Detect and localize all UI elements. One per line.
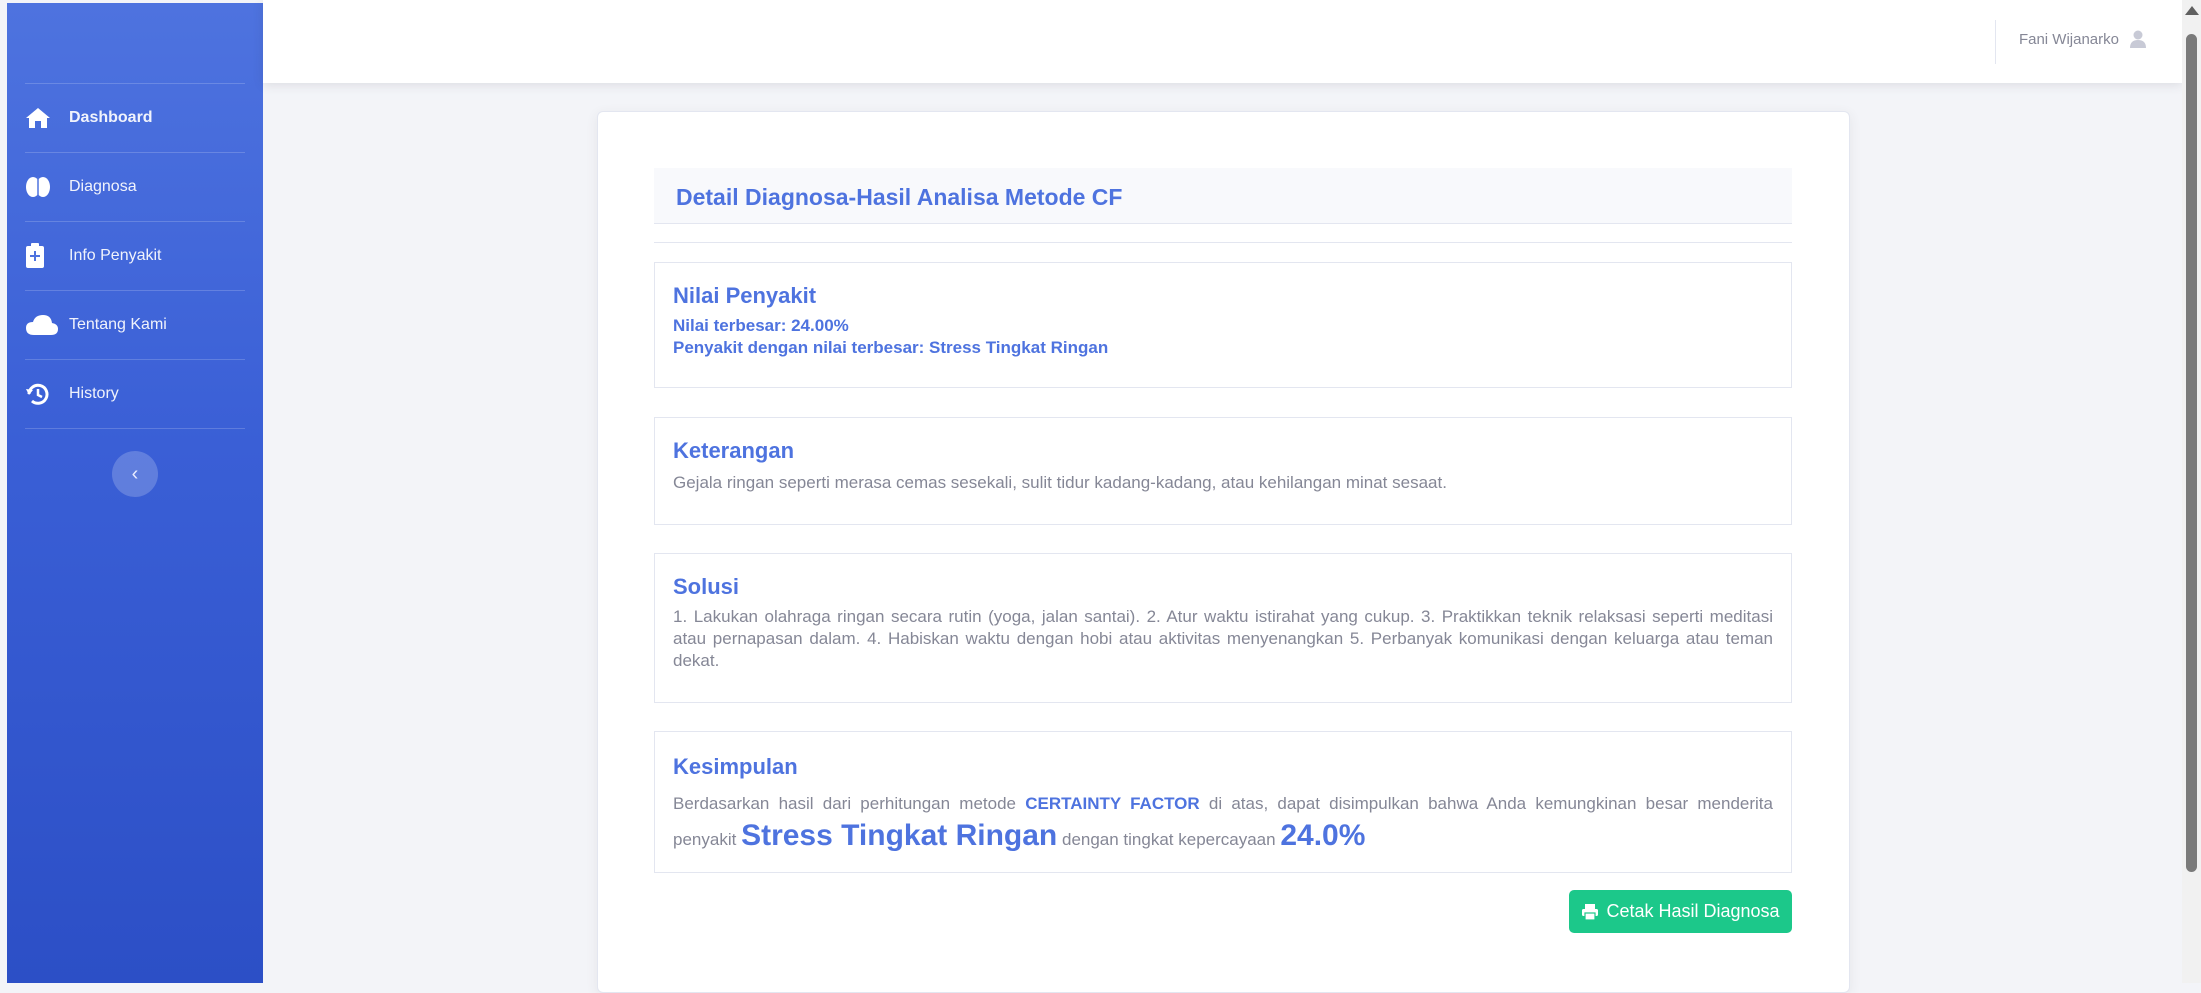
brain-icon (25, 173, 59, 201)
kesimpulan-section: Kesimpulan Berdasarkan hasil dari perhit… (654, 731, 1792, 873)
highest-disease: Penyakit dengan nilai terbesar: Stress T… (673, 338, 1109, 357)
keterangan-section: Keterangan Gejala ringan seperti merasa … (654, 417, 1792, 525)
topbar-divider (1995, 20, 1996, 64)
kesimpulan-text-3: dengan tingkat kepercayaan (1061, 830, 1276, 849)
print-button-label: Cetak Hasil Diagnosa (1606, 901, 1780, 921)
diagnosis-detail-card: Detail Diagnosa-Hasil Analisa Metode CF … (597, 111, 1850, 993)
solusi-section: Solusi 1. Lakukan olahraga ringan secara… (654, 553, 1792, 703)
sidebar-toggle-wrap: ‹ (7, 429, 263, 497)
sidebar: Dashboard Diagnosa Info Penyakit Tentang… (7, 3, 263, 983)
scroll-up-arrow-icon[interactable] (2185, 6, 2199, 15)
kesimpulan-text: Berdasarkan hasil dari perhitungan metod… (673, 788, 1773, 856)
sidebar-brand (7, 3, 263, 83)
sidebar-item-label: Diagnosa (69, 178, 137, 195)
sidebar-item-info-penyakit[interactable]: Info Penyakit (7, 222, 263, 290)
history-icon (25, 380, 59, 408)
printer-icon (1581, 903, 1599, 921)
sidebar-item-history[interactable]: History (7, 360, 263, 428)
page-title: Detail Diagnosa-Hasil Analisa Metode CF (676, 184, 1123, 210)
sidebar-item-label: Tentang Kami (69, 316, 167, 333)
user-icon (2129, 30, 2147, 48)
keterangan-text: Gejala ringan seperti merasa cemas sesek… (673, 473, 1447, 492)
section-heading: Nilai Penyakit (673, 283, 817, 308)
sidebar-item-tentang-kami[interactable]: Tentang Kami (7, 291, 263, 359)
confidence-value: 24.0% (1280, 819, 1366, 852)
nilai-penyakit-section: Nilai Penyakit Nilai terbesar: 24.00% Pe… (654, 262, 1792, 388)
topbar: Fani Wijanarko (263, 0, 2182, 83)
sidebar-toggle-button[interactable]: ‹ (112, 451, 158, 497)
user-name: Fani Wijanarko (2018, 30, 2119, 48)
print-diagnosis-button[interactable]: Cetak Hasil Diagnosa (1569, 890, 1792, 933)
section-heading: Keterangan (673, 438, 795, 463)
scrollbar-thumb[interactable] (2186, 34, 2197, 872)
section-heading: Kesimpulan (673, 754, 798, 779)
kesimpulan-text-1: Berdasarkan hasil dari perhitungan metod… (673, 794, 1016, 813)
sidebar-item-label: History (69, 385, 119, 402)
sidebar-item-dashboard[interactable]: Dashboard (7, 84, 263, 152)
highest-value: Nilai terbesar: 24.00% (673, 316, 849, 335)
clipboard-plus-icon (25, 242, 59, 270)
solusi-text: 1. Lakukan olahraga ringan secara rutin … (673, 607, 1773, 670)
sidebar-item-label: Dashboard (69, 109, 153, 126)
sidebar-item-diagnosa[interactable]: Diagnosa (7, 153, 263, 221)
section-heading: Solusi (673, 574, 740, 599)
card-header: Detail Diagnosa-Hasil Analisa Metode CF (654, 168, 1792, 224)
home-icon (25, 104, 59, 132)
page-scrollbar[interactable] (2182, 0, 2201, 983)
user-menu[interactable]: Fani Wijanarko (2019, 30, 2147, 48)
chevron-left-icon: ‹ (131, 462, 139, 485)
cloud-icon (25, 311, 59, 339)
divider (654, 242, 1792, 243)
method-name: CERTAINTY FACTOR (1025, 794, 1200, 813)
sidebar-item-label: Info Penyakit (69, 247, 162, 264)
disease-name: Stress Tingkat Ringan (741, 819, 1058, 852)
